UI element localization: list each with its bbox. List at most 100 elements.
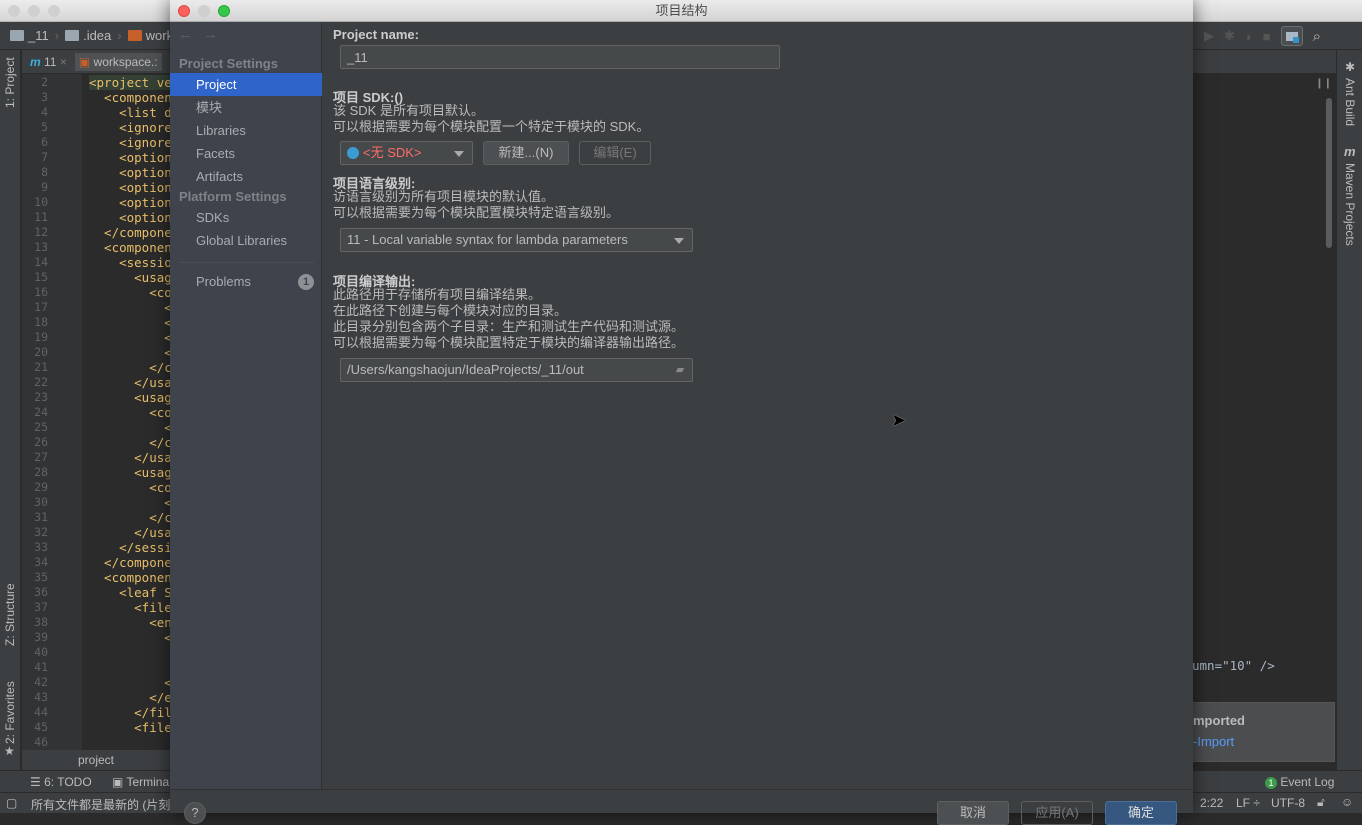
dialog-button-bar: ? 取消 应用(A) 确定 — [170, 789, 1193, 825]
edit-sdk-button: 编辑(E) — [579, 141, 651, 165]
list-icon: ☰ — [30, 775, 45, 789]
pause-icon[interactable]: ❙❙ — [1315, 78, 1332, 89]
cancel-button[interactable]: 取消 — [937, 801, 1009, 825]
line-number: 32 — [34, 525, 48, 539]
language-level-dropdown[interactable]: 11 - Local variable syntax for lambda pa… — [340, 228, 693, 252]
maven-icon: m — [1344, 144, 1356, 159]
apply-button: 应用(A) — [1021, 801, 1093, 825]
tab-label: 11 — [44, 54, 57, 69]
help-button[interactable]: ? — [184, 802, 206, 824]
run-icon[interactable]: ▶ — [1204, 28, 1214, 44]
close-window-button[interactable] — [8, 5, 20, 17]
chevron-down-icon — [454, 151, 464, 157]
maven-import-notification: mported -Import — [1192, 702, 1335, 762]
line-number: 41 — [34, 660, 48, 674]
code-line: <ignored — [89, 120, 180, 135]
project-tool-window-button[interactable]: 1: Project — [3, 57, 17, 108]
breadcrumb-idea[interactable]: .idea — [65, 28, 111, 43]
line-number: 2 — [41, 75, 48, 89]
zoom-dialog-button[interactable] — [218, 5, 230, 17]
sdk-icon — [347, 147, 359, 159]
search-icon[interactable]: ⌕ — [1313, 28, 1321, 45]
language-level-description-2: 可以根据需要为每个模块配置模块特定语言级别。 — [333, 205, 620, 220]
sidebar-item-global-libraries[interactable]: Global Libraries — [170, 229, 322, 252]
editor-tab[interactable]: ▣ workspace.: — [74, 52, 162, 71]
code-line: <e — [89, 345, 180, 360]
close-tab-icon[interactable]: × — [60, 55, 67, 69]
stop-icon[interactable]: ■ — [1263, 29, 1271, 44]
notification-title: mported — [1193, 713, 1245, 728]
caret-position[interactable]: 2:22 — [1200, 796, 1223, 810]
status-message: 所有文件都是最新的 (片刻之 — [31, 798, 183, 812]
terminal-label: Termina — [126, 775, 170, 789]
line-number: 12 — [34, 225, 48, 239]
debug-icon[interactable]: ✱ — [1224, 28, 1235, 44]
folder-icon — [10, 30, 24, 41]
code-line: <e — [89, 300, 180, 315]
line-number: 21 — [34, 360, 48, 374]
inspector-icon[interactable]: ☺ — [1341, 795, 1353, 809]
sidebar-item-libraries[interactable]: Libraries — [170, 119, 322, 142]
line-number: 23 — [34, 390, 48, 404]
xml-file-icon — [127, 30, 142, 41]
toggle-tool-windows-icon[interactable]: ▢ — [6, 796, 17, 810]
maven-icon: m — [30, 54, 41, 69]
back-arrow-icon[interactable]: ← — [178, 26, 193, 43]
forward-arrow-icon[interactable]: → — [203, 26, 218, 43]
breadcrumb-project[interactable]: _11 — [10, 28, 49, 43]
event-count-badge: 1 — [1265, 777, 1277, 789]
line-separator[interactable]: LF ÷ — [1236, 796, 1260, 810]
structure-tool-window-button[interactable]: Z: Structure — [3, 583, 17, 646]
event-log-button[interactable]: 1 Event Log — [1265, 775, 1334, 789]
project-settings-panel: Project name: 项目 SDK:() 该 SDK 是所有项目默认。 可… — [323, 22, 1193, 789]
terminal-tool-window-button[interactable]: ▣ Termina — [112, 775, 169, 789]
right-tab-bar — [1192, 50, 1336, 74]
line-number: 46 — [34, 735, 48, 749]
sidebar-item-sdks[interactable]: SDKs — [170, 206, 322, 229]
compiler-output-description-2: 在此路径下创建与每个模块对应的目录。 — [333, 303, 568, 318]
editor-tab[interactable]: m 11 × — [30, 55, 67, 69]
line-number: 20 — [34, 345, 48, 359]
project-name-input[interactable] — [340, 45, 780, 69]
line-number: 33 — [34, 540, 48, 554]
code-editor[interactable]: <project ve <component <list de <ignored… — [22, 74, 179, 750]
code-line: <cou — [89, 480, 180, 495]
sidebar-item-facets[interactable]: Facets — [170, 142, 322, 165]
ok-button[interactable]: 确定 — [1105, 801, 1177, 825]
vertical-scrollbar[interactable] — [1326, 98, 1332, 248]
minimize-window-button[interactable] — [28, 5, 40, 17]
enable-auto-import-link[interactable]: -Import — [1193, 734, 1234, 749]
project-sdk-dropdown[interactable]: <无 SDK> — [340, 141, 473, 165]
project-structure-icon[interactable] — [1280, 26, 1303, 46]
sidebar-item-project[interactable]: Project — [170, 73, 322, 96]
line-number: 24 — [34, 405, 48, 419]
code-line: <file — [89, 720, 172, 735]
new-sdk-button[interactable]: 新建...(N) — [483, 141, 569, 165]
sdk-description-2: 可以根据需要为每个模块配置一个特定于模块的 SDK。 — [333, 119, 650, 134]
sidebar-item-problems[interactable]: Problems 1 — [170, 270, 322, 293]
lock-icon[interactable]: 🔓︎ — [1317, 795, 1325, 810]
zoom-window-button[interactable] — [48, 5, 60, 17]
ant-build-tool-window-button[interactable]: Ant Build — [1343, 78, 1357, 126]
editor-breadcrumb[interactable]: project — [22, 750, 170, 770]
code-line: </usag — [89, 525, 180, 540]
code-line: <ignored — [89, 135, 180, 150]
close-dialog-button[interactable] — [178, 5, 190, 17]
coverage-icon[interactable]: ◗ — [1245, 29, 1253, 44]
minimize-dialog-button — [198, 5, 210, 17]
favorites-tool-window-button[interactable]: 2: Favorites — [3, 681, 17, 744]
code-line: <usage — [89, 390, 180, 405]
code-line: </componen — [89, 225, 180, 240]
maven-projects-tool-window-button[interactable]: Maven Projects — [1343, 163, 1357, 246]
code-line: <leaf SI — [89, 585, 180, 600]
browse-folder-icon[interactable]: ▰ — [668, 359, 692, 381]
file-encoding[interactable]: UTF-8 — [1271, 796, 1305, 810]
code-line: <project ve — [89, 75, 172, 90]
main-toolbar: ▶ ✱ ◗ ■ ⌕ — [1192, 22, 1362, 50]
compiler-output-path-input[interactable]: /Users/kangshaojun/IdeaProjects/_11/out … — [340, 358, 693, 382]
sidebar-item-modules[interactable]: 模块 — [170, 96, 322, 119]
line-number: 18 — [34, 315, 48, 329]
todo-tool-window-button[interactable]: ☰ 6: TODO — [30, 775, 92, 789]
left-tool-window-strip: 1: Project Z: Structure 2: Favorites ★ — [0, 50, 21, 792]
sidebar-item-artifacts[interactable]: Artifacts — [170, 165, 322, 188]
